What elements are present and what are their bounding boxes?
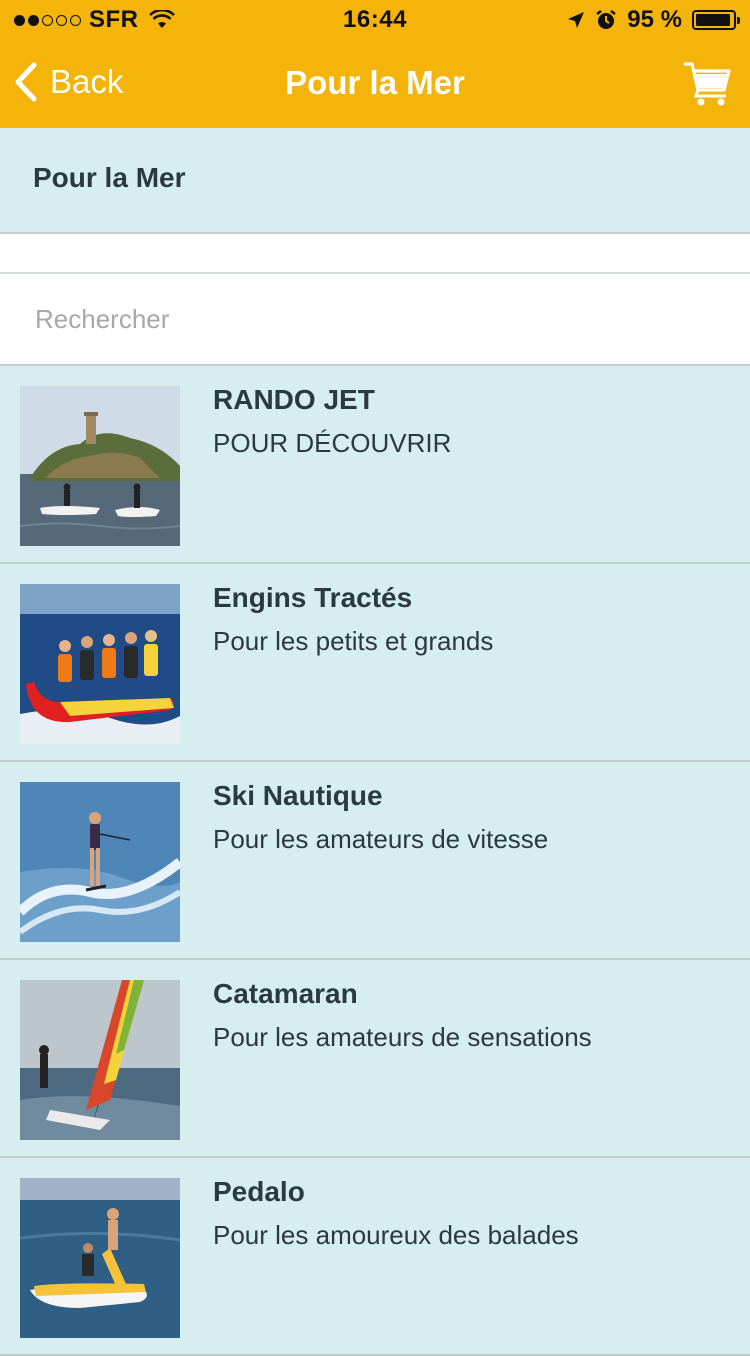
status-bar: SFR 16:44 95 % <box>0 0 750 40</box>
list-item-rando-jet[interactable]: RANDO JET POUR DÉCOUVRIR <box>0 366 750 564</box>
section-title: Pour la Mer <box>33 162 186 193</box>
navigation-bar: Back Pour la Mer <box>0 40 750 128</box>
list-item-ski-nautique[interactable]: Ski Nautique Pour les amateurs de vitess… <box>0 762 750 960</box>
item-title: Catamaran <box>213 978 358 1009</box>
item-title: Engins Tractés <box>213 582 413 613</box>
search-bar <box>0 274 750 366</box>
top-bar: SFR 16:44 95 % Back Pour la Mer <box>0 0 750 128</box>
item-subtitle: Pour les amateurs de sensations <box>213 1022 592 1052</box>
jet-ski-photo <box>20 386 180 546</box>
battery-icon <box>692 10 740 30</box>
cart-icon <box>684 62 731 106</box>
status-right: 95 % <box>567 6 740 34</box>
banana-boat-photo <box>20 584 180 744</box>
water-ski-photo <box>20 782 180 942</box>
spacer-band <box>0 234 750 274</box>
search-input[interactable] <box>33 296 723 342</box>
location-arrow-icon <box>568 12 585 28</box>
item-title: Ski Nautique <box>213 780 383 811</box>
list-item-catamaran[interactable]: Catamaran Pour les amateurs de sensation… <box>0 960 750 1158</box>
cart-button[interactable] <box>682 58 732 113</box>
nav-title: Pour la Mer <box>285 64 465 101</box>
battery-percentage: 95 % <box>627 6 682 33</box>
activity-list: RANDO JET POUR DÉCOUVRIR Engins Tractés … <box>0 366 750 1356</box>
pedalo-photo <box>20 1178 180 1338</box>
item-subtitle: Pour les amoureux des balades <box>213 1220 579 1250</box>
item-subtitle: Pour les petits et grands <box>213 626 494 656</box>
catamaran-photo <box>20 980 180 1140</box>
list-item-engins-tractes[interactable]: Engins Tractés Pour les petits et grands <box>0 564 750 762</box>
item-subtitle: Pour les amateurs de vitesse <box>213 824 549 854</box>
item-title: Pedalo <box>213 1176 305 1207</box>
alarm-icon <box>596 10 617 29</box>
list-item-pedalo[interactable]: Pedalo Pour les amoureux des balades <box>0 1158 750 1356</box>
item-title: RANDO JET <box>213 384 375 415</box>
section-header: Pour la Mer <box>0 128 750 234</box>
item-subtitle: POUR DÉCOUVRIR <box>213 428 452 458</box>
